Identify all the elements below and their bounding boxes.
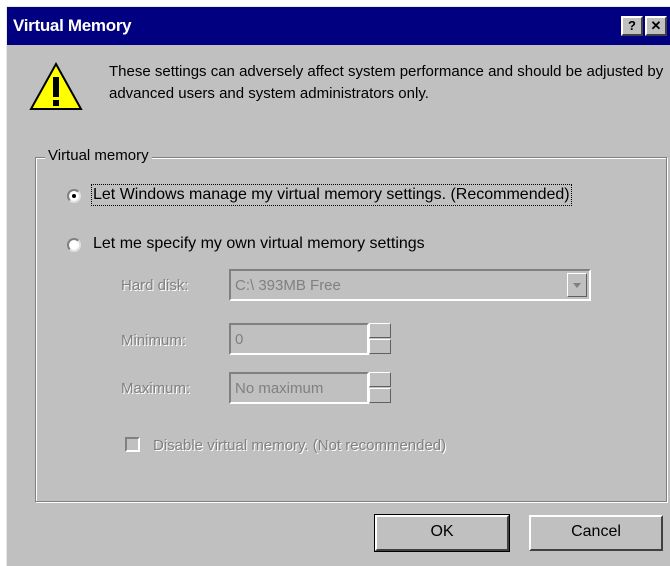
maximum-input[interactable]: No maximum xyxy=(229,372,369,404)
hard-disk-combobox[interactable]: C:\ 393MB Free xyxy=(229,269,591,301)
maximum-value: No maximum xyxy=(235,380,324,397)
virtual-memory-dialog: Virtual Memory ? ✕ These settings can ad… xyxy=(6,6,670,566)
radio-button-selected[interactable] xyxy=(67,189,81,203)
warning-text: These settings can adversely affect syst… xyxy=(109,63,664,102)
minimum-spinner[interactable] xyxy=(369,323,391,355)
hard-disk-value: C:\ 393MB Free xyxy=(235,277,341,294)
radio-button[interactable] xyxy=(67,238,81,252)
minimum-input[interactable]: 0 xyxy=(229,323,369,355)
spin-down-icon[interactable] xyxy=(369,388,391,403)
maximum-label: Maximum: xyxy=(121,380,191,397)
ok-button[interactable]: OK xyxy=(374,514,510,552)
spin-down-icon[interactable] xyxy=(369,339,391,354)
spin-up-icon[interactable] xyxy=(369,323,391,338)
maximum-spinner[interactable] xyxy=(369,372,391,404)
title-bar[interactable]: Virtual Memory ? ✕ xyxy=(7,7,670,45)
spin-up-icon[interactable] xyxy=(369,372,391,387)
radio-windows-managed-label[interactable]: Let Windows manage my virtual memory set… xyxy=(91,184,572,206)
hard-disk-label: Hard disk: xyxy=(121,277,189,294)
chevron-down-icon[interactable] xyxy=(567,273,587,297)
close-button[interactable]: ✕ xyxy=(645,16,667,36)
cancel-button[interactable]: Cancel xyxy=(529,515,663,551)
group-label: Virtual memory xyxy=(45,147,152,164)
radio-custom-settings-label[interactable]: Let me specify my own virtual memory set… xyxy=(93,235,425,253)
minimum-value: 0 xyxy=(235,331,244,348)
disable-virtual-memory-checkbox[interactable] xyxy=(125,437,140,452)
help-button[interactable]: ? xyxy=(621,16,643,36)
minimum-label: Minimum: xyxy=(121,332,187,349)
disable-virtual-memory-label[interactable]: Disable virtual memory. (Not recommended… xyxy=(153,437,446,454)
warning-icon xyxy=(29,62,83,110)
window-title: Virtual Memory xyxy=(13,16,132,35)
